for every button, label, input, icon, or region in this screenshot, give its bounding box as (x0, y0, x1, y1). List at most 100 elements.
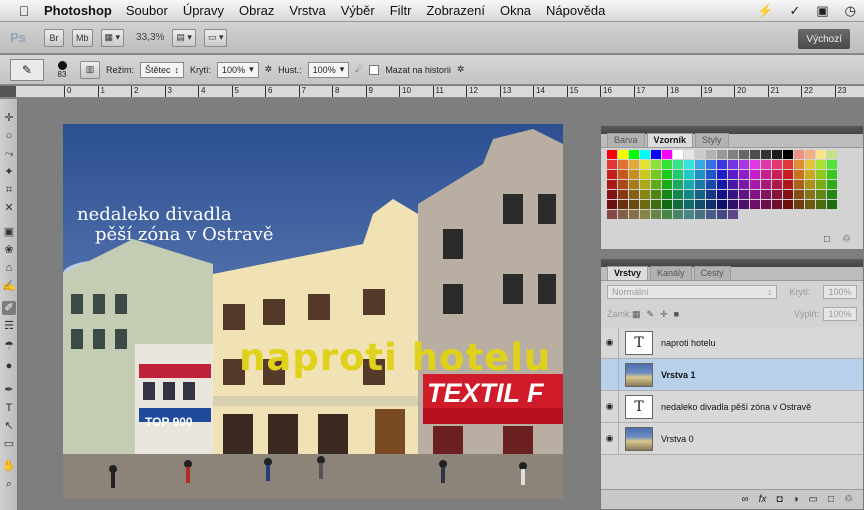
color-swatch[interactable] (761, 200, 771, 209)
color-swatch[interactable] (761, 180, 771, 189)
hand-tool-icon[interactable]: ✋ (2, 459, 16, 473)
color-swatch[interactable] (805, 150, 815, 159)
lock-all-icon[interactable]: ■ (674, 309, 679, 320)
color-swatch[interactable] (739, 180, 749, 189)
color-swatch[interactable] (728, 210, 738, 219)
color-swatch[interactable] (684, 210, 694, 219)
tab-barva[interactable]: Barva (607, 133, 645, 147)
color-swatch[interactable] (816, 170, 826, 179)
color-swatch[interactable] (662, 210, 672, 219)
zoom-level[interactable]: 33,3% (136, 32, 164, 43)
color-swatch[interactable] (772, 170, 782, 179)
color-swatch[interactable] (651, 170, 661, 179)
marquee-tool-icon[interactable]: ○ (2, 129, 16, 143)
color-swatch[interactable] (794, 200, 804, 209)
new-layer-icon[interactable]: □ (828, 494, 834, 505)
layer-row[interactable]: ◉ T naproti hotelu (601, 326, 863, 359)
color-swatch[interactable] (695, 160, 705, 169)
color-swatch[interactable] (618, 180, 628, 189)
color-swatch[interactable] (662, 150, 672, 159)
color-swatch[interactable] (607, 200, 617, 209)
color-swatch[interactable] (728, 150, 738, 159)
color-swatch[interactable] (684, 190, 694, 199)
screen-mode-button[interactable]: ▭ ▾ (203, 28, 228, 47)
adobe-icon[interactable]: ⚡ (757, 3, 773, 19)
folder-icon[interactable]: ▭ (809, 494, 818, 505)
color-swatch[interactable] (783, 170, 793, 179)
color-swatch[interactable] (640, 190, 650, 199)
color-swatch[interactable] (772, 190, 782, 199)
link-icon[interactable]: ∞ (742, 494, 749, 505)
color-swatch[interactable] (695, 180, 705, 189)
color-swatch[interactable] (607, 180, 617, 189)
pressure-opacity-icon[interactable]: ✲ (265, 64, 273, 75)
mask-icon[interactable]: ◘ (776, 494, 782, 505)
gradient-tool-icon[interactable]: ☴ (2, 319, 16, 333)
color-swatch[interactable] (706, 190, 716, 199)
color-swatch[interactable] (750, 180, 760, 189)
color-swatch[interactable] (673, 160, 683, 169)
color-swatch[interactable] (629, 180, 639, 189)
color-swatch[interactable] (816, 190, 826, 199)
color-swatch[interactable] (629, 160, 639, 169)
color-swatch[interactable] (629, 200, 639, 209)
time-machine-icon[interactable]: ◷ (845, 3, 856, 19)
move-tool-icon[interactable]: ✛ (2, 111, 16, 125)
color-swatch[interactable] (651, 210, 661, 219)
spot-healing-tool-icon[interactable]: ▣ (2, 225, 16, 239)
layer-opacity-input[interactable]: 100% (822, 285, 857, 299)
color-swatch[interactable] (618, 150, 628, 159)
clone-stamp-tool-icon[interactable]: ❀ (2, 243, 16, 257)
lock-transparency-icon[interactable]: ▦ (632, 309, 641, 320)
visibility-eye-icon[interactable]: ◉ (601, 326, 619, 359)
color-swatch[interactable] (816, 180, 826, 189)
color-swatch[interactable] (794, 180, 804, 189)
color-swatch[interactable] (728, 160, 738, 169)
color-swatch[interactable] (816, 200, 826, 209)
color-swatch[interactable] (717, 180, 727, 189)
color-swatch[interactable] (618, 170, 628, 179)
color-swatch[interactable] (816, 160, 826, 169)
color-swatch[interactable] (684, 150, 694, 159)
color-swatch[interactable] (739, 150, 749, 159)
shape-tool-icon[interactable]: ▭ (2, 437, 16, 451)
visibility-empty-slot[interactable] (601, 358, 619, 391)
color-swatch[interactable] (805, 160, 815, 169)
menu-zobrazeni[interactable]: Zobrazení (426, 3, 485, 18)
color-swatch[interactable] (772, 150, 782, 159)
blend-mode-select[interactable]: Normální ↕ (607, 285, 777, 299)
color-swatch[interactable] (728, 180, 738, 189)
layer-name[interactable]: Vrstva 0 (661, 434, 694, 444)
tab-kanaly[interactable]: Kanály (650, 266, 692, 280)
layer-name[interactable]: nedaleko divadla pěší zóna v Ostravě (661, 402, 811, 412)
color-swatch[interactable] (783, 180, 793, 189)
color-swatch[interactable] (640, 170, 650, 179)
mode-select[interactable]: Štětec ↕ (140, 61, 185, 78)
color-swatch[interactable] (673, 150, 683, 159)
color-swatch[interactable] (673, 170, 683, 179)
dodge-tool-icon[interactable]: ● (2, 359, 16, 373)
menu-app-name[interactable]: Photoshop (44, 3, 112, 18)
pen-tool-icon[interactable]: ✒ (2, 383, 16, 397)
color-swatch[interactable] (717, 200, 727, 209)
color-swatch[interactable] (640, 200, 650, 209)
new-swatch-icon[interactable]: □ (824, 234, 830, 245)
quick-select-tool-icon[interactable]: ✦ (2, 165, 16, 179)
color-swatch[interactable] (827, 150, 837, 159)
airbrush-icon[interactable]: ☄ (355, 64, 363, 75)
color-swatch[interactable] (706, 210, 716, 219)
color-swatch[interactable] (827, 190, 837, 199)
document-canvas[interactable]: nedaleko divadla pěší zóna v Ostravě TEX… (63, 124, 563, 499)
flow-input[interactable]: 100% ▾ (307, 61, 350, 78)
color-swatch[interactable] (827, 160, 837, 169)
visibility-eye-icon[interactable]: ◉ (601, 422, 619, 455)
color-swatch[interactable] (805, 190, 815, 199)
color-swatch[interactable] (651, 150, 661, 159)
color-swatch[interactable] (673, 180, 683, 189)
visibility-eye-icon[interactable]: ◉ (601, 390, 619, 423)
color-swatch[interactable] (651, 180, 661, 189)
color-swatch[interactable] (805, 170, 815, 179)
color-swatch[interactable] (607, 160, 617, 169)
color-swatch[interactable] (629, 170, 639, 179)
color-swatch[interactable] (706, 150, 716, 159)
